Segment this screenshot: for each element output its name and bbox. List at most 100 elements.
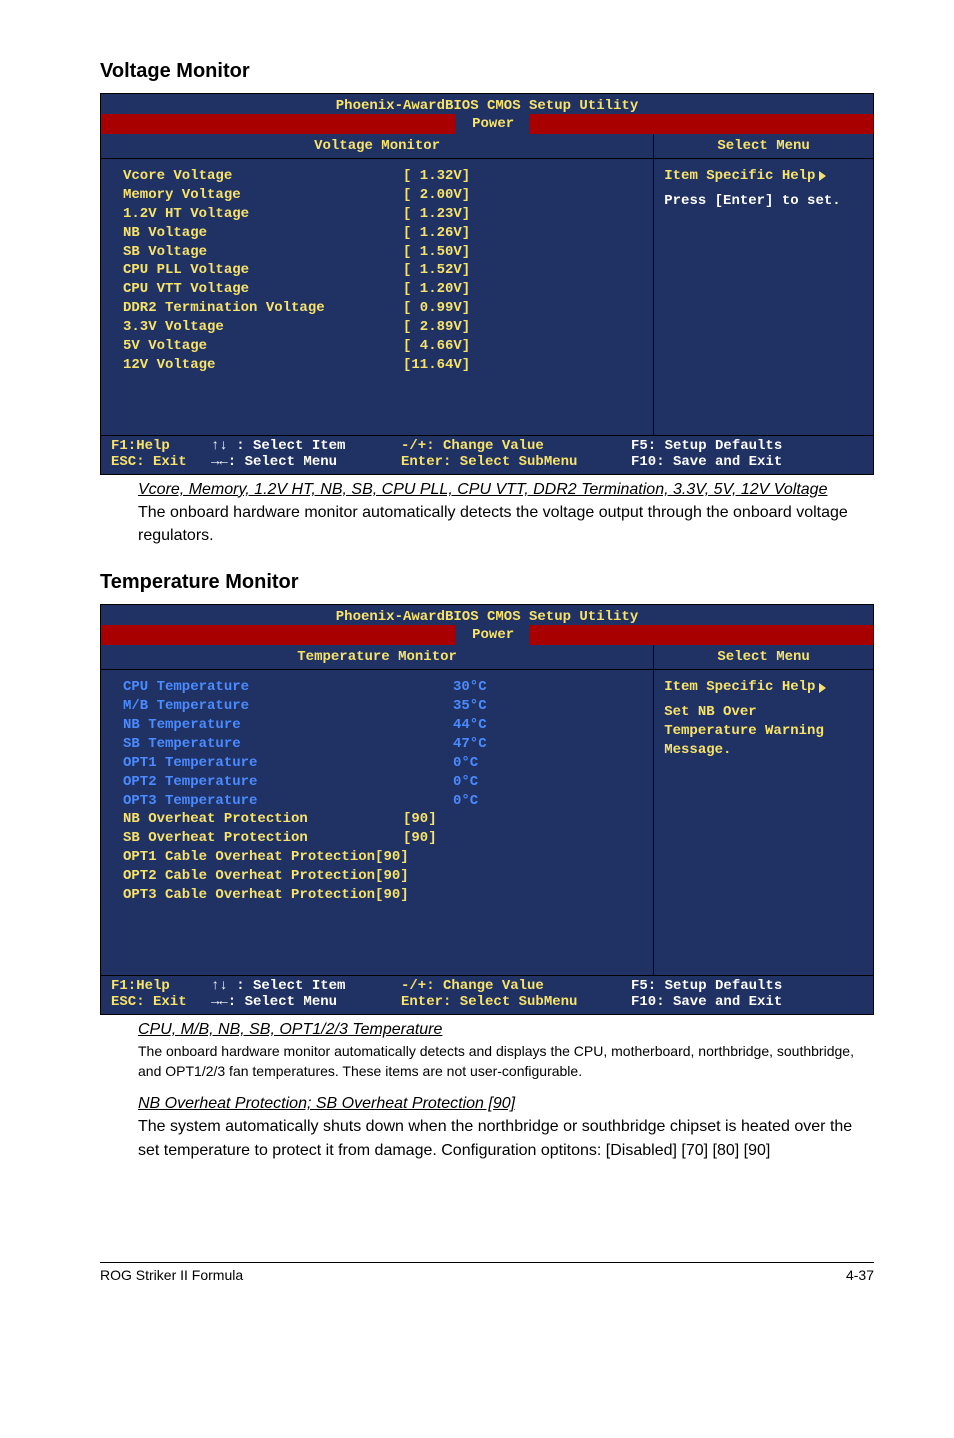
foot-lr: →←: Select Menu <box>211 454 401 470</box>
voltage-subtitle: Voltage Monitor <box>101 134 653 159</box>
foot-esc: ESC: Exit <box>111 454 211 470</box>
voltage-rows: Vcore Voltage[ 1.32V]Memory Voltage[ 2.0… <box>101 159 653 435</box>
list-item: CPU Temperature30°C <box>123 678 641 697</box>
item-label: SB Voltage <box>123 243 403 262</box>
list-item[interactable]: 3.3V Voltage[ 2.89V] <box>123 318 641 337</box>
item-label: OPT3 Cable Overheat Protection[90] <box>123 886 403 905</box>
foot-lr-2: →←: Select Menu <box>211 994 401 1010</box>
foot-enter: Enter: Select SubMenu <box>401 454 631 470</box>
item-label: 5V Voltage <box>123 337 403 356</box>
list-item[interactable]: SB Voltage[ 1.50V] <box>123 243 641 262</box>
item-label: OPT2 Temperature <box>123 773 453 792</box>
item-value: 44°C <box>453 716 487 735</box>
item-value: [ 4.66V] <box>403 337 470 356</box>
foot-f10: F10: Save and Exit <box>631 454 867 470</box>
list-item: SB Temperature47°C <box>123 735 641 754</box>
item-value: 0°C <box>453 754 478 773</box>
list-item[interactable]: CPU VTT Voltage[ 1.20V] <box>123 280 641 299</box>
help-header: Item Specific Help <box>664 167 815 186</box>
item-value: 47°C <box>453 735 487 754</box>
foot-esc-2: ESC: Exit <box>111 994 211 1010</box>
item-label: Vcore Voltage <box>123 167 403 186</box>
list-item: NB Temperature44°C <box>123 716 641 735</box>
item-label: NB Overheat Protection <box>123 810 403 829</box>
item-label: CPU PLL Voltage <box>123 261 403 280</box>
item-label: OPT3 Temperature <box>123 792 453 811</box>
item-label: OPT1 Temperature <box>123 754 453 773</box>
list-item[interactable]: SB Overheat Protection[90] <box>123 829 641 848</box>
list-item: OPT3 Temperature0°C <box>123 792 641 811</box>
temp-body-2: The system automatically shuts down when… <box>138 1115 874 1161</box>
tab-power-2[interactable]: Power <box>456 625 530 645</box>
select-menu-label-2: Select Menu <box>654 645 873 670</box>
list-item[interactable]: Vcore Voltage[ 1.32V] <box>123 167 641 186</box>
temp-link-2: NB Overheat Protection; SB Overheat Prot… <box>138 1095 874 1113</box>
item-label: 1.2V HT Voltage <box>123 205 403 224</box>
help-box: Item Specific Help Press [Enter] to set. <box>654 159 873 219</box>
temp-bios-table: Phoenix-AwardBIOS CMOS Setup Utility Pow… <box>100 604 874 1015</box>
foot-change: -/+: Change Value <box>401 438 631 454</box>
list-item[interactable]: CPU PLL Voltage[ 1.52V] <box>123 261 641 280</box>
item-value: [ 1.23V] <box>403 205 470 224</box>
item-value: [ 1.20V] <box>403 280 470 299</box>
item-label: 3.3V Voltage <box>123 318 403 337</box>
help-l3: Message. <box>664 741 863 760</box>
item-value: 0°C <box>453 792 478 811</box>
item-value: [ 1.52V] <box>403 261 470 280</box>
list-item[interactable]: Memory Voltage[ 2.00V] <box>123 186 641 205</box>
foot-f5: F5: Setup Defaults <box>631 438 867 454</box>
foot-f1: F1:Help <box>111 438 211 454</box>
item-value: [90] <box>403 810 437 829</box>
item-value: [90] <box>403 829 437 848</box>
triangle-icon-2 <box>819 683 826 693</box>
bios-tabs: Power <box>101 114 873 134</box>
bios-tabs-2: Power <box>101 625 873 645</box>
item-value: 35°C <box>453 697 487 716</box>
voltage-link: Vcore, Memory, 1.2V HT, NB, SB, CPU PLL,… <box>138 481 874 499</box>
list-item[interactable]: NB Overheat Protection[90] <box>123 810 641 829</box>
item-label: CPU VTT Voltage <box>123 280 403 299</box>
temp-subtitle: Temperature Monitor <box>101 645 653 670</box>
bios-title: Phoenix-AwardBIOS CMOS Setup Utility <box>101 94 873 114</box>
tab-power[interactable]: Power <box>456 114 530 134</box>
help-box-2: Item Specific Help Set NB Over Temperatu… <box>654 670 873 768</box>
item-value: [ 2.00V] <box>403 186 470 205</box>
item-value: [ 1.26V] <box>403 224 470 243</box>
list-item[interactable]: 12V Voltage[11.64V] <box>123 356 641 375</box>
item-label: SB Temperature <box>123 735 453 754</box>
list-item[interactable]: 5V Voltage[ 4.66V] <box>123 337 641 356</box>
list-item[interactable]: OPT3 Cable Overheat Protection[90] <box>123 886 641 905</box>
item-value: [ 1.32V] <box>403 167 470 186</box>
footer-right: 4-37 <box>846 1267 874 1283</box>
list-item[interactable]: NB Voltage[ 1.26V] <box>123 224 641 243</box>
item-value: [ 0.99V] <box>403 299 470 318</box>
item-value: 0°C <box>453 773 478 792</box>
foot-updown: ↑↓ : Select Item <box>211 438 401 454</box>
list-item[interactable]: OPT1 Cable Overheat Protection[90] <box>123 848 641 867</box>
bios-title-2: Phoenix-AwardBIOS CMOS Setup Utility <box>101 605 873 625</box>
item-value: [ 1.50V] <box>403 243 470 262</box>
foot-enter-2: Enter: Select SubMenu <box>401 994 631 1010</box>
list-item[interactable]: DDR2 Termination Voltage[ 0.99V] <box>123 299 641 318</box>
page-footer: ROG Striker II Formula 4-37 <box>100 1262 874 1283</box>
help-l2: Temperature Warning <box>664 722 863 741</box>
temp-rows: CPU Temperature30°CM/B Temperature35°CNB… <box>101 670 653 975</box>
item-label: NB Voltage <box>123 224 403 243</box>
list-item: OPT2 Temperature0°C <box>123 773 641 792</box>
list-item[interactable]: OPT2 Cable Overheat Protection[90] <box>123 867 641 886</box>
item-label: SB Overheat Protection <box>123 829 403 848</box>
select-menu-label: Select Menu <box>654 134 873 159</box>
foot-f1-2: F1:Help <box>111 978 211 994</box>
temp-link-1: CPU, M/B, NB, SB, OPT1/2/3 Temperature <box>138 1021 874 1039</box>
triangle-icon <box>819 171 826 181</box>
help-text: Press [Enter] to set. <box>664 192 863 211</box>
list-item[interactable]: 1.2V HT Voltage[ 1.23V] <box>123 205 641 224</box>
item-label: M/B Temperature <box>123 697 453 716</box>
foot-f5-2: F5: Setup Defaults <box>631 978 867 994</box>
footer-left: ROG Striker II Formula <box>100 1267 243 1283</box>
foot-updown-2: ↑↓ : Select Item <box>211 978 401 994</box>
item-label: NB Temperature <box>123 716 453 735</box>
list-item: M/B Temperature35°C <box>123 697 641 716</box>
list-item: OPT1 Temperature0°C <box>123 754 641 773</box>
item-value: 30°C <box>453 678 487 697</box>
